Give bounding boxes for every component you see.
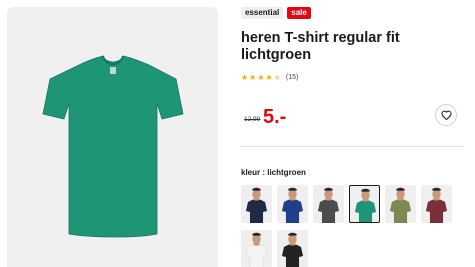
product-info: essential sale heren T-shirt regular fit… xyxy=(241,0,463,267)
star-icon: ★ xyxy=(257,73,265,82)
essential-badge: essential xyxy=(241,7,284,19)
tshirt-image xyxy=(42,55,184,238)
color-swatch-blue[interactable] xyxy=(277,185,308,223)
model-thumbnail xyxy=(317,187,340,223)
star-icon: ★ xyxy=(265,73,273,82)
product-title: heren T-shirt regular fit lichtgroen xyxy=(241,30,400,63)
rating-stars: ★ ★ ★ ★ ★ xyxy=(241,73,281,82)
rating[interactable]: ★ ★ ★ ★ ★ (15) xyxy=(241,73,298,82)
model-thumbnail xyxy=(281,232,304,267)
wishlist-button[interactable] xyxy=(435,104,457,126)
divider xyxy=(241,146,463,147)
model-thumbnail xyxy=(354,188,377,222)
model-thumbnail xyxy=(245,187,268,223)
color-swatch-grey[interactable] xyxy=(313,185,344,223)
sale-badge: sale xyxy=(287,7,311,19)
review-count[interactable]: (15) xyxy=(286,74,298,81)
star-icon: ★ xyxy=(249,73,257,82)
heart-icon xyxy=(440,110,452,120)
color-swatch-navy[interactable] xyxy=(241,185,272,223)
half-star-icon: ★ xyxy=(273,73,281,82)
model-thumbnail xyxy=(245,232,268,267)
color-swatch-olive[interactable] xyxy=(385,185,416,223)
color-swatch-lichtgroen[interactable] xyxy=(349,185,380,223)
model-thumbnail xyxy=(281,187,304,223)
sale-price: 5.- xyxy=(263,106,287,128)
product-page: essential sale heren T-shirt regular fit… xyxy=(0,0,475,267)
old-price: 12,99 xyxy=(244,116,261,123)
badge-group: essential sale xyxy=(241,7,311,19)
color-swatch-white[interactable] xyxy=(241,230,272,267)
product-image[interactable] xyxy=(7,7,218,267)
model-thumbnail xyxy=(425,187,448,223)
price-row: 12,99 5.- xyxy=(241,104,463,130)
star-icon: ★ xyxy=(241,73,249,82)
color-swatch-black[interactable] xyxy=(277,230,308,267)
color-swatch-burgundy[interactable] xyxy=(421,185,452,223)
model-thumbnail xyxy=(389,187,412,223)
color-label: kleur : lichtgroen xyxy=(241,168,306,177)
